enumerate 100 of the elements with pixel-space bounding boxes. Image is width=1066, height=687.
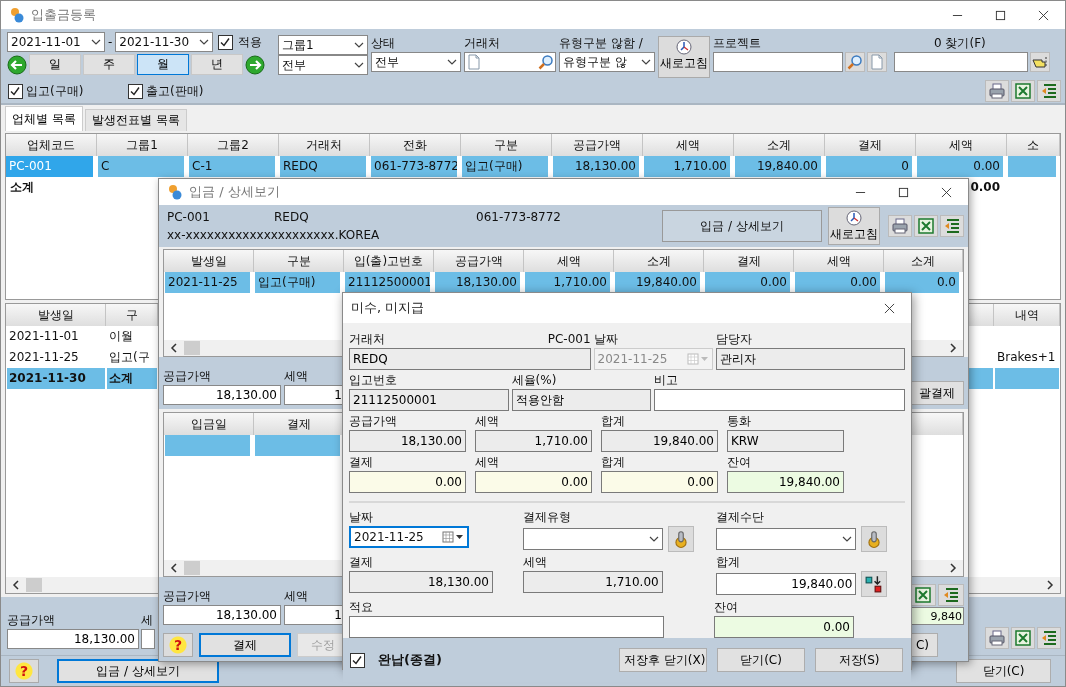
- period-button[interactable]: 일: [29, 54, 81, 75]
- manager-label: 담당자: [716, 331, 754, 348]
- status-label: 상태: [371, 35, 396, 52]
- table-cell[interactable]: 21112500001: [345, 272, 430, 293]
- supply-field[interactable]: 18,130.00: [163, 385, 281, 405]
- tax-label: 세액: [284, 368, 309, 385]
- column-header[interactable]: 발생일: [6, 304, 106, 326]
- amount-field[interactable]: 18,130.00: [349, 430, 466, 452]
- supply-field[interactable]: 18,130.00: [163, 605, 281, 625]
- table-cell[interactable]: 0.00: [795, 272, 880, 293]
- dialog-title: 미수, 미지급: [351, 299, 426, 317]
- payment-label: 결제: [349, 554, 374, 571]
- checkbox-label: 적용: [238, 33, 263, 51]
- partner-name: REDQ: [274, 210, 310, 224]
- table-cell[interactable]: 0.00: [705, 272, 790, 293]
- amount-label: 통화: [727, 413, 752, 430]
- table-cell[interactable]: 0.0: [885, 272, 959, 293]
- table-cell[interactable]: 18,130.00: [435, 272, 520, 293]
- table-cell[interactable]: 2021-11-30: [7, 368, 105, 389]
- table-cell[interactable]: 소계: [107, 368, 157, 389]
- amount-field[interactable]: 19,840.00: [601, 430, 718, 452]
- amount-label: 세액: [475, 454, 500, 471]
- amount-field[interactable]: 0.00: [349, 471, 466, 493]
- amount-field[interactable]: KRW: [727, 430, 844, 452]
- tax-field[interactable]: 1,710.00: [522, 571, 663, 593]
- amount-label: 합계: [601, 454, 626, 471]
- table-cell[interactable]: 2021-11-01: [7, 326, 105, 347]
- manager-field[interactable]: 관리자: [716, 348, 905, 370]
- refresh-button[interactable]: 새로고침: [828, 207, 880, 245]
- total-label: 합계: [716, 554, 742, 571]
- amount-label: 잔여: [727, 454, 752, 471]
- type-label: 유형구분 않함 /: [559, 35, 644, 52]
- table-cell[interactable]: 이월: [107, 326, 157, 347]
- table-cell[interactable]: 18,130.00: [553, 156, 639, 177]
- payment-date-field[interactable]: 2021-11-25: [349, 526, 469, 548]
- payment-type-label: 결제유형: [522, 509, 572, 526]
- help-button[interactable]: ?: [163, 633, 193, 657]
- table-cell[interactable]: 061-773-8772: [371, 156, 457, 177]
- balance-field[interactable]: 0.00: [714, 616, 854, 638]
- period-button[interactable]: 년: [191, 54, 243, 75]
- type-combo[interactable]: 유형구분 않: [559, 52, 655, 72]
- receipt-number-field[interactable]: 21112500001: [349, 389, 509, 411]
- table-cell[interactable]: 입고(구매): [462, 156, 548, 177]
- period-button[interactable]: 월: [137, 54, 189, 75]
- table-cell[interactable]: 0: [826, 156, 912, 177]
- dialog-button[interactable]: 닫기(C): [717, 648, 805, 672]
- amount-field[interactable]: 0.00: [601, 471, 718, 493]
- table-cell[interactable]: C-1: [189, 156, 275, 177]
- table-cell[interactable]: REDQ: [280, 156, 366, 177]
- table-cell[interactable]: 1,710.00: [525, 272, 610, 293]
- help-button[interactable]: ?: [9, 659, 39, 683]
- table-cell[interactable]: 입고(구매): [255, 272, 340, 293]
- amount-label: 공급가액: [349, 413, 398, 430]
- date-label: 날짜: [349, 509, 374, 526]
- table-cell[interactable]: 2021-11-25: [7, 347, 105, 368]
- table-cell[interactable]: 19,840.00: [615, 272, 700, 293]
- total-field[interactable]: 19,840.00: [716, 573, 857, 595]
- dialog-button[interactable]: 저장(S): [815, 648, 903, 672]
- table-cell[interactable]: 입고(구: [107, 347, 157, 368]
- note-label: 비고: [653, 372, 679, 389]
- column-header[interactable]: 내역: [994, 304, 1060, 326]
- amount-field[interactable]: 19,840.00: [727, 471, 844, 493]
- group-combo[interactable]: 그룹1: [278, 35, 368, 55]
- partner-field[interactable]: REDQ: [349, 348, 591, 370]
- window-title: 입출금등록: [31, 6, 97, 24]
- supply-label: 공급가액: [163, 368, 212, 385]
- detail-button[interactable]: 입금 / 상세보기: [57, 659, 219, 683]
- table-cell[interactable]: 소계: [7, 177, 93, 198]
- amount-label: 결제: [349, 454, 374, 471]
- date-combo[interactable]: 2021-11-30: [115, 32, 214, 52]
- table-cell[interactable]: 0.00: [917, 156, 1003, 177]
- caption-panel: 입금 / 상세보기: [662, 210, 822, 242]
- balance-label: 잔여: [714, 599, 739, 616]
- tax-label: 세액: [522, 554, 548, 571]
- phone-number: 061-773-8772: [476, 210, 561, 224]
- table-cell[interactable]: C: [98, 156, 184, 177]
- table-cell[interactable]: Brakes+1: [995, 347, 1059, 368]
- amount-label: 합계: [601, 413, 626, 430]
- close-button[interactable]: 닫기(C): [956, 659, 1051, 683]
- date-combo[interactable]: 2021-11-01: [7, 32, 105, 52]
- table-cell[interactable]: 2021-11-25: [165, 272, 250, 293]
- tab[interactable]: 업체별 목록: [5, 106, 83, 131]
- group-value-combo[interactable]: 전부: [278, 55, 368, 75]
- tab[interactable]: 발생전표별 목록: [84, 109, 187, 131]
- table-cell[interactable]: 19,840.00: [735, 156, 821, 177]
- dialog-button[interactable]: 저장후 닫기(X): [619, 648, 707, 672]
- supply-label: 공급가액: [7, 612, 56, 629]
- table-cell[interactable]: 1,710.00: [644, 156, 730, 177]
- status-combo[interactable]: 전부: [371, 52, 461, 72]
- supply-field[interactable]: 18,130.00: [7, 629, 139, 649]
- tax-rate-field[interactable]: 적용안함: [511, 389, 651, 411]
- amount-field[interactable]: 0.00: [475, 471, 592, 493]
- refresh-button[interactable]: 새로고침: [658, 36, 710, 78]
- partner-code: PC-001: [547, 331, 591, 348]
- pay-button[interactable]: 결제: [199, 633, 291, 657]
- amount-field[interactable]: 1,710.00: [475, 430, 592, 452]
- period-button[interactable]: 주: [83, 54, 135, 75]
- payment-field[interactable]: 18,130.00: [349, 571, 493, 593]
- date-label: 날짜: [593, 331, 619, 348]
- address-text: xx-xxxxxxxxxxxxxxxxxxxxx.KOREA: [167, 228, 381, 242]
